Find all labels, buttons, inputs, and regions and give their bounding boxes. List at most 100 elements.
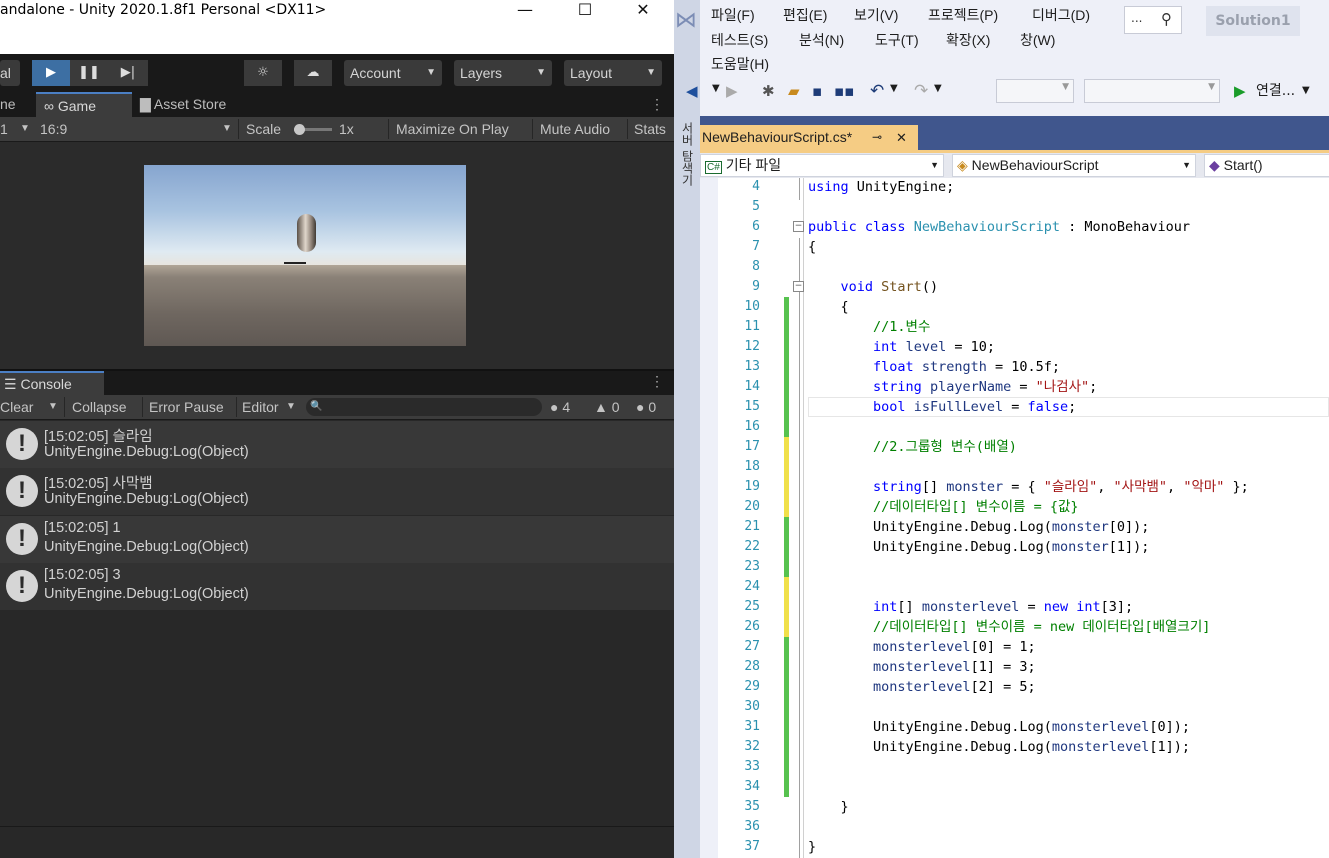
collapse-region-icon[interactable]: −: [793, 281, 804, 292]
console-entry[interactable]: ! [15:02:05] 3 UnityEngine.Debug:Log(Obj…: [0, 563, 674, 610]
display-select[interactable]: 1: [0, 117, 8, 141]
server-explorer-tab[interactable]: 서버 탐색기: [679, 122, 696, 186]
class-dropdown[interactable]: ◈ NewBehaviourScript ▼: [952, 154, 1196, 177]
layout-dropdown[interactable]: Layout ▼: [564, 60, 662, 86]
step-button[interactable]: ▶|: [108, 60, 148, 86]
code-line[interactable]: void Start(): [808, 277, 939, 297]
more-menu-icon[interactable]: ⋮: [650, 92, 664, 117]
back-icon[interactable]: ◀: [686, 78, 698, 104]
scale-slider-handle[interactable]: [294, 124, 305, 135]
menu-debug[interactable]: 디버그(D): [1032, 5, 1090, 25]
cloud-button[interactable]: ☁: [294, 60, 332, 86]
tab-newbehaviourscript[interactable]: NewBehaviourScript.cs* ⊸ ✕: [700, 125, 918, 150]
menu-window[interactable]: 창(W): [1020, 30, 1055, 50]
menu-help[interactable]: 도움말(H): [711, 54, 769, 74]
code-line[interactable]: public class NewBehaviourScript : MonoBe…: [808, 217, 1190, 237]
open-folder-icon[interactable]: ▰: [788, 78, 800, 104]
minimize-button[interactable]: —: [504, 0, 546, 22]
stats-toggle[interactable]: Stats: [634, 117, 666, 141]
code-line[interactable]: monsterlevel[0] = 1;: [808, 637, 1036, 657]
console-detail-divider[interactable]: [0, 826, 674, 827]
forward-icon[interactable]: ▶: [726, 78, 738, 104]
tab-game[interactable]: ∞ Game: [36, 92, 132, 117]
layers-dropdown[interactable]: Layers ▼: [454, 60, 552, 86]
code-line[interactable]: float strength = 10.5f;: [808, 357, 1060, 377]
log-count-toggle[interactable]: ● 4: [550, 395, 570, 419]
code-line[interactable]: }: [808, 797, 849, 817]
code-line[interactable]: string playerName = "나검사";: [808, 377, 1097, 397]
clear-button[interactable]: Clear: [0, 395, 33, 419]
console-search-input[interactable]: 🔍: [306, 398, 542, 416]
save-all-icon[interactable]: ▪▪: [834, 78, 854, 104]
redo-icon[interactable]: ↷: [914, 78, 928, 104]
chevron-down-icon[interactable]: ▼: [1302, 78, 1310, 104]
menu-analyze[interactable]: 분석(N): [799, 30, 844, 50]
code-line[interactable]: UnityEngine.Debug.Log(monsterlevel[1]);: [808, 737, 1190, 757]
code-line[interactable]: monsterlevel[2] = 5;: [808, 677, 1036, 697]
save-icon[interactable]: ▪: [812, 78, 822, 104]
platform-combo[interactable]: ▼: [1084, 79, 1220, 103]
chevron-down-icon[interactable]: ▼: [890, 76, 898, 102]
maximize-button[interactable]: ☐: [564, 0, 606, 22]
vs-search-box[interactable]: ... ⚲: [1124, 6, 1182, 34]
menu-view[interactable]: 보기(V): [854, 5, 898, 25]
more-menu-icon[interactable]: ⋮: [650, 369, 664, 394]
code-line[interactable]: //데이터타입[] 변수이름 = new 데이터타입[배열크기]: [808, 617, 1210, 637]
pin-icon[interactable]: ⊸: [872, 125, 882, 150]
pivot-toggle[interactable]: al: [0, 60, 20, 86]
code-line[interactable]: bool isFullLevel = false;: [808, 397, 1076, 417]
aspect-select[interactable]: 16:9: [40, 117, 67, 141]
chevron-down-icon[interactable]: ▼: [934, 76, 942, 102]
console-entry[interactable]: ! [15:02:05] 1 UnityEngine.Debug:Log(Obj…: [0, 516, 674, 563]
code-line[interactable]: int level = 10;: [808, 337, 995, 357]
start-icon[interactable]: ▶: [1234, 78, 1246, 104]
collab-button[interactable]: ☼: [244, 60, 282, 86]
chevron-down-icon[interactable]: ▼: [48, 395, 58, 419]
code-line[interactable]: int[] monsterlevel = new int[3];: [808, 597, 1133, 617]
close-tab-icon[interactable]: ✕: [896, 125, 907, 150]
error-count-toggle[interactable]: ● 0: [636, 395, 656, 419]
code-line[interactable]: UnityEngine.Debug.Log(monster[1]);: [808, 537, 1149, 557]
chevron-down-icon[interactable]: ▼: [712, 76, 720, 102]
maximize-on-play-toggle[interactable]: Maximize On Play: [396, 117, 509, 141]
editor-dropdown[interactable]: Editor: [242, 395, 279, 419]
code-line[interactable]: //2.그룹형 변수(배열): [808, 437, 1017, 457]
collapse-toggle[interactable]: Collapse: [72, 395, 126, 419]
code-line[interactable]: monsterlevel[1] = 3;: [808, 657, 1036, 677]
account-dropdown[interactable]: Account ▼: [344, 60, 442, 86]
console-entry[interactable]: ! [15:02:05] 슬라임 UnityEngine.Debug:Log(O…: [0, 421, 674, 468]
menu-tools[interactable]: 도구(T): [875, 30, 919, 50]
config-combo[interactable]: ▼: [996, 79, 1074, 103]
collapse-region-icon[interactable]: −: [793, 221, 804, 232]
error-pause-toggle[interactable]: Error Pause: [149, 395, 224, 419]
code-line[interactable]: string[] monster = { "슬라임", "사막뱀", "악마" …: [808, 477, 1249, 497]
code-line[interactable]: using UnityEngine;: [808, 177, 954, 197]
tab-scene[interactable]: ne: [0, 92, 16, 117]
close-button[interactable]: ✕: [622, 0, 664, 22]
code-line[interactable]: UnityEngine.Debug.Log(monster[0]);: [808, 517, 1149, 537]
menu-file[interactable]: 파일(F): [711, 5, 755, 25]
code-line[interactable]: UnityEngine.Debug.Log(monsterlevel[0]);: [808, 717, 1190, 737]
code-line[interactable]: }: [808, 837, 816, 857]
menu-project[interactable]: 프로젝트(P): [928, 5, 998, 25]
scale-slider[interactable]: [294, 124, 332, 135]
undo-icon[interactable]: ↶: [870, 78, 884, 104]
code-line[interactable]: {: [808, 237, 816, 257]
console-entry[interactable]: ! [15:02:05] 사막뱀 UnityEngine.Debug:Log(O…: [0, 468, 674, 515]
tab-asset-store[interactable]: ▇ Asset Store: [140, 92, 226, 117]
code-editor[interactable]: 4 using UnityEngine; 5 6 public class NewBeh…: [718, 178, 1329, 858]
pause-button[interactable]: ❚❚: [70, 60, 108, 86]
game-view[interactable]: [0, 142, 674, 369]
new-project-icon[interactable]: ✱: [762, 78, 775, 104]
mute-audio-toggle[interactable]: Mute Audio: [540, 117, 610, 141]
play-button[interactable]: ▶: [32, 60, 70, 86]
menu-edit[interactable]: 편집(E): [783, 5, 827, 25]
tab-console[interactable]: ☰ Console: [0, 371, 104, 395]
code-line[interactable]: //데이터타입[] 변수이름 = {값}: [808, 497, 1078, 517]
code-line[interactable]: //1.변수: [808, 317, 930, 337]
member-dropdown[interactable]: ◆ Start(): [1204, 154, 1329, 177]
connect-button[interactable]: 연결...: [1256, 78, 1295, 104]
menu-test[interactable]: 테스트(S): [711, 30, 768, 50]
project-dropdown[interactable]: C# 기타 파일 ▼: [700, 154, 944, 177]
code-line[interactable]: {: [808, 297, 849, 317]
